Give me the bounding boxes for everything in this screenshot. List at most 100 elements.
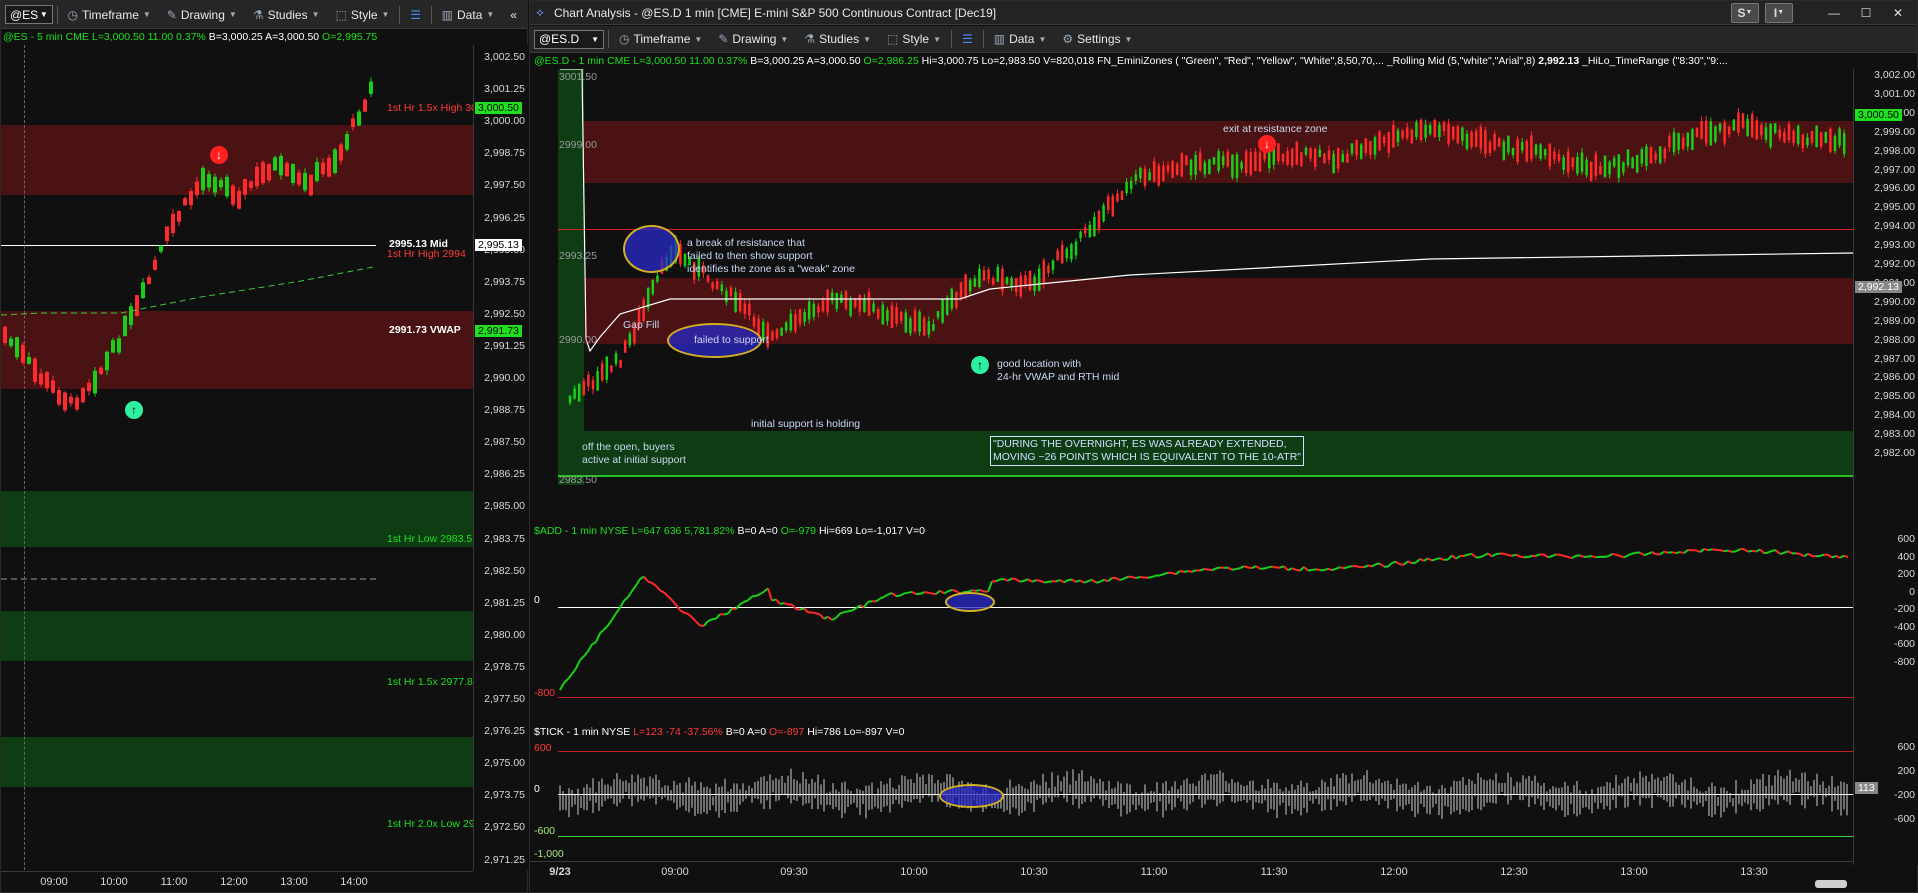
studies-menu[interactable]: ⚗ Studies ▼	[247, 5, 326, 25]
add-segment	[1243, 565, 1249, 569]
left-price-axis[interactable]: 3,002.50 3,001.25 3,000.00 2,998.75 2,997.50…	[473, 45, 529, 870]
add-segment	[755, 593, 761, 597]
settings-menu[interactable]: ⚙ Settings ▼	[1056, 29, 1138, 49]
left-symbol-select[interactable]: @ES ▼	[5, 5, 53, 24]
left-info-last: L=3,000.50	[91, 31, 145, 43]
collapse-button[interactable]: «	[504, 5, 523, 25]
right-symbol-select[interactable]: @ES.D ▼	[534, 29, 604, 49]
candle-body	[863, 298, 866, 312]
candle-body	[1631, 157, 1634, 169]
add-segment	[1427, 557, 1433, 562]
highlight-ellipse	[623, 225, 680, 273]
tick-axis[interactable]: 600 200 -200 -600 113	[1853, 725, 1918, 865]
style-menu[interactable]: ⬚ Style ▼	[881, 29, 947, 49]
tick-info-open: O=-897	[769, 726, 805, 738]
annotation-line: a break of resistance that	[687, 237, 805, 249]
candle-body	[1783, 131, 1786, 143]
add-segment	[667, 595, 673, 601]
candle-body	[1083, 227, 1087, 234]
tick-plot[interactable]: 600 0 -600 -1,000	[530, 740, 1853, 861]
axis-tick-label: 2,971.25	[484, 853, 525, 866]
data-menu[interactable]: ▥ Data ▼	[988, 29, 1053, 49]
axis-tick-label: 2,978.75	[484, 660, 525, 673]
chevron-down-icon: ▼	[1038, 34, 1047, 44]
style-menu[interactable]: ⬚ Style ▼	[330, 5, 396, 25]
candle-body	[231, 185, 235, 205]
right-candles-svg	[560, 69, 1853, 406]
candle-body	[249, 181, 253, 188]
timeframe-menu[interactable]: ◷ Timeframe ▼	[61, 5, 156, 25]
candle-body	[955, 292, 958, 308]
clock-icon: ◷	[619, 32, 630, 46]
add-segment	[659, 589, 665, 594]
axis-tick-label: 0	[1909, 585, 1915, 598]
studies-menu[interactable]: ⚗ Studies ▼	[798, 29, 877, 49]
axis-tick-label: 2,982.50	[484, 564, 525, 577]
vwap-line	[1, 266, 374, 316]
add-segment	[607, 619, 613, 626]
add-segment	[1015, 578, 1021, 583]
candle-body	[784, 322, 788, 331]
candle-body	[1336, 147, 1340, 169]
add-segment	[1611, 553, 1617, 556]
add-segment	[727, 607, 733, 615]
drawing-menu[interactable]: ✎ Drawing ▼	[712, 29, 794, 49]
candle-body	[968, 280, 972, 292]
add-segment	[1407, 560, 1413, 565]
candle-body	[1507, 135, 1510, 153]
add-segment	[1075, 579, 1081, 583]
layout-button[interactable]: ☰	[956, 29, 979, 49]
candle-body	[1672, 132, 1676, 153]
annotation-open: off the open, buyers active at initial s…	[582, 441, 686, 467]
add-segment	[1103, 578, 1109, 583]
candle-body	[1139, 167, 1142, 179]
candle-body	[1405, 127, 1409, 139]
candle-body	[1594, 154, 1598, 176]
candle-body	[279, 155, 283, 176]
candle-body	[1401, 130, 1404, 138]
right-info-study1: FN_EminiZones ( "Green", "Red", "Yellow"…	[1097, 55, 1384, 67]
left-price-plot[interactable]: 1st Hr 1.5x High 30 2995.13 Mid 1st Hr H…	[1, 45, 473, 871]
highlight-ellipse	[945, 592, 995, 612]
layout-button[interactable]: ☰	[404, 5, 427, 25]
drawing-menu[interactable]: ✎ Drawing ▼	[161, 5, 243, 25]
candle-body	[1355, 140, 1358, 156]
right-info-vol: V=820,018	[1043, 55, 1095, 67]
add-segment	[827, 615, 833, 621]
candle-body	[715, 281, 719, 290]
add-segment	[619, 600, 625, 609]
candle-body	[1553, 151, 1556, 160]
candle-body	[1364, 138, 1368, 154]
right-info-study2: _Rolling Mid (5,"white","Arial",8)	[1386, 55, 1536, 67]
add-segment	[1483, 552, 1489, 557]
left-time-axis[interactable]: 09:00 10:00 11:00 12:00 13:00 14:00	[1, 871, 473, 893]
add-segment	[1031, 579, 1037, 583]
add-segment	[1191, 569, 1197, 573]
data-menu[interactable]: ▥ Data ▼	[436, 5, 501, 25]
candle-body	[171, 213, 175, 234]
right-time-axis[interactable]: 9/23 09:00 09:30 10:00 10:30 11:00 11:30 12:00 1…	[530, 861, 1853, 888]
candle-body	[932, 324, 935, 331]
horizontal-scroll-thumb[interactable]	[1815, 880, 1847, 888]
add-segment	[1743, 548, 1749, 553]
close-button[interactable]: ✕	[1885, 3, 1911, 23]
right-price-plot[interactable]: 3001.50 2999.00 2993.25 2990.00 2983.50 …	[530, 69, 1853, 485]
right-price-axis[interactable]: 3,002.003,001.003,000.002,999.002,998.00…	[1853, 69, 1918, 525]
minimize-button[interactable]: —	[1821, 3, 1847, 23]
maximize-button[interactable]: ☐	[1853, 3, 1879, 23]
toolbar-divider	[56, 5, 58, 24]
chevron-down-icon: ▼	[1777, 9, 1785, 16]
s-button[interactable]: S ▼	[1731, 2, 1759, 23]
add-segment	[1183, 570, 1189, 573]
candle-body	[1175, 163, 1179, 175]
timeframe-menu[interactable]: ◷ Timeframe ▼	[613, 29, 708, 49]
add-segment	[623, 596, 629, 602]
add-axis[interactable]: 600 400 200 0 -200 -400 -600 -800	[1853, 525, 1918, 725]
add-segment	[1387, 562, 1393, 568]
i-button[interactable]: I ▼	[1765, 2, 1793, 23]
axis-tick-label: 2,985.00	[484, 500, 525, 513]
candle-body	[1718, 123, 1722, 131]
tick-info-pct: -37.56%	[683, 726, 723, 738]
add-plot[interactable]: 0 -800	[530, 539, 1853, 725]
add-segment	[1095, 580, 1101, 584]
